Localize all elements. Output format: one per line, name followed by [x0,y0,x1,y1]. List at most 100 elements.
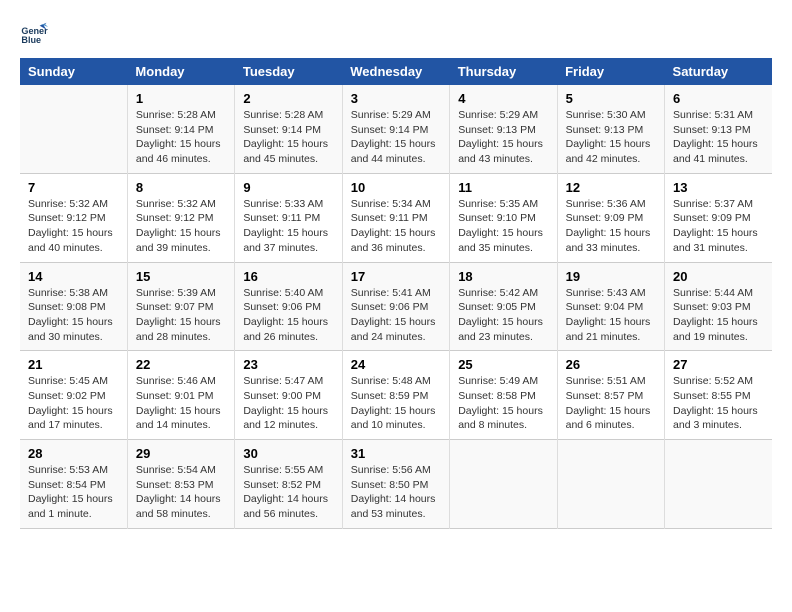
day-detail: Sunrise: 5:36 AM Sunset: 9:09 PM Dayligh… [566,197,656,256]
day-detail: Sunrise: 5:37 AM Sunset: 9:09 PM Dayligh… [673,197,764,256]
day-number: 20 [673,269,764,284]
day-number: 4 [458,91,548,106]
calendar-cell: 31 Sunrise: 5:56 AM Sunset: 8:50 PM Dayli… [342,440,449,529]
day-number: 25 [458,357,548,372]
day-detail: Sunrise: 5:53 AM Sunset: 8:54 PM Dayligh… [28,463,119,522]
day-detail: Sunrise: 5:33 AM Sunset: 9:11 PM Dayligh… [243,197,333,256]
header: General Blue [20,20,772,48]
calendar-cell: 29 Sunrise: 5:54 AM Sunset: 8:53 PM Dayli… [127,440,234,529]
day-detail: Sunrise: 5:39 AM Sunset: 9:07 PM Dayligh… [136,286,226,345]
calendar-cell: 20 Sunrise: 5:44 AM Sunset: 9:03 PM Dayli… [665,262,772,351]
logo: General Blue [20,20,52,48]
day-detail: Sunrise: 5:35 AM Sunset: 9:10 PM Dayligh… [458,197,548,256]
day-number: 30 [243,446,333,461]
calendar-cell: 13 Sunrise: 5:37 AM Sunset: 9:09 PM Dayli… [665,173,772,262]
calendar-cell: 25 Sunrise: 5:49 AM Sunset: 8:58 PM Dayli… [450,351,557,440]
day-detail: Sunrise: 5:44 AM Sunset: 9:03 PM Dayligh… [673,286,764,345]
day-number: 8 [136,180,226,195]
day-detail: Sunrise: 5:29 AM Sunset: 9:14 PM Dayligh… [351,108,441,167]
calendar-cell: 6 Sunrise: 5:31 AM Sunset: 9:13 PM Daylig… [665,85,772,173]
day-number: 27 [673,357,764,372]
calendar-week-row: 7 Sunrise: 5:32 AM Sunset: 9:12 PM Daylig… [20,173,772,262]
day-number: 9 [243,180,333,195]
day-number: 29 [136,446,226,461]
day-number: 22 [136,357,226,372]
day-detail: Sunrise: 5:31 AM Sunset: 9:13 PM Dayligh… [673,108,764,167]
day-detail: Sunrise: 5:42 AM Sunset: 9:05 PM Dayligh… [458,286,548,345]
day-detail: Sunrise: 5:52 AM Sunset: 8:55 PM Dayligh… [673,374,764,433]
day-detail: Sunrise: 5:32 AM Sunset: 9:12 PM Dayligh… [136,197,226,256]
day-detail: Sunrise: 5:48 AM Sunset: 8:59 PM Dayligh… [351,374,441,433]
calendar-cell: 5 Sunrise: 5:30 AM Sunset: 9:13 PM Daylig… [557,85,664,173]
calendar-cell: 1 Sunrise: 5:28 AM Sunset: 9:14 PM Daylig… [127,85,234,173]
day-detail: Sunrise: 5:43 AM Sunset: 9:04 PM Dayligh… [566,286,656,345]
calendar-cell: 19 Sunrise: 5:43 AM Sunset: 9:04 PM Dayli… [557,262,664,351]
day-number: 5 [566,91,656,106]
calendar-cell: 8 Sunrise: 5:32 AM Sunset: 9:12 PM Daylig… [127,173,234,262]
day-number: 16 [243,269,333,284]
day-detail: Sunrise: 5:40 AM Sunset: 9:06 PM Dayligh… [243,286,333,345]
day-detail: Sunrise: 5:49 AM Sunset: 8:58 PM Dayligh… [458,374,548,433]
day-of-week-wednesday: Wednesday [342,58,449,85]
calendar-cell: 26 Sunrise: 5:51 AM Sunset: 8:57 PM Dayli… [557,351,664,440]
day-number: 11 [458,180,548,195]
calendar-cell: 15 Sunrise: 5:39 AM Sunset: 9:07 PM Dayli… [127,262,234,351]
day-number: 23 [243,357,333,372]
calendar-cell: 7Sunrise: 5:32 AM Sunset: 9:12 PM Daylig… [20,173,127,262]
calendar-cell: 21Sunrise: 5:45 AM Sunset: 9:02 PM Dayli… [20,351,127,440]
day-detail: Sunrise: 5:46 AM Sunset: 9:01 PM Dayligh… [136,374,226,433]
day-of-week-monday: Monday [127,58,234,85]
calendar-cell: 17 Sunrise: 5:41 AM Sunset: 9:06 PM Dayli… [342,262,449,351]
day-number: 18 [458,269,548,284]
day-detail: Sunrise: 5:30 AM Sunset: 9:13 PM Dayligh… [566,108,656,167]
day-number: 17 [351,269,441,284]
day-number: 15 [136,269,226,284]
day-number: 28 [28,446,119,461]
calendar-cell: 11 Sunrise: 5:35 AM Sunset: 9:10 PM Dayli… [450,173,557,262]
calendar-cell: 23Sunrise: 5:47 AM Sunset: 9:00 PM Dayli… [235,351,342,440]
calendar-cell: 27 Sunrise: 5:52 AM Sunset: 8:55 PM Dayli… [665,351,772,440]
calendar-cell: 30Sunrise: 5:55 AM Sunset: 8:52 PM Dayli… [235,440,342,529]
day-detail: Sunrise: 5:34 AM Sunset: 9:11 PM Dayligh… [351,197,441,256]
calendar-cell: 18 Sunrise: 5:42 AM Sunset: 9:05 PM Dayli… [450,262,557,351]
day-detail: Sunrise: 5:41 AM Sunset: 9:06 PM Dayligh… [351,286,441,345]
calendar-cell: 28 Sunrise: 5:53 AM Sunset: 8:54 PM Dayli… [20,440,127,529]
day-detail: Sunrise: 5:28 AM Sunset: 9:14 PM Dayligh… [136,108,226,167]
day-number: 13 [673,180,764,195]
calendar-cell: 14Sunrise: 5:38 AM Sunset: 9:08 PM Dayli… [20,262,127,351]
day-number: 26 [566,357,656,372]
day-number: 19 [566,269,656,284]
day-detail: Sunrise: 5:29 AM Sunset: 9:13 PM Dayligh… [458,108,548,167]
calendar-cell: 16 Sunrise: 5:40 AM Sunset: 9:06 PM Dayli… [235,262,342,351]
day-of-week-tuesday: Tuesday [235,58,342,85]
calendar-week-row: 21Sunrise: 5:45 AM Sunset: 9:02 PM Dayli… [20,351,772,440]
calendar-cell: 9 Sunrise: 5:33 AM Sunset: 9:11 PM Daylig… [235,173,342,262]
calendar-week-row: 28 Sunrise: 5:53 AM Sunset: 8:54 PM Dayli… [20,440,772,529]
calendar-header-row: SundayMondayTuesdayWednesdayThursdayFrid… [20,58,772,85]
calendar-cell: 4 Sunrise: 5:29 AM Sunset: 9:13 PM Daylig… [450,85,557,173]
day-of-week-friday: Friday [557,58,664,85]
calendar-cell [20,85,127,173]
day-number: 7 [28,180,119,195]
day-detail: Sunrise: 5:54 AM Sunset: 8:53 PM Dayligh… [136,463,226,522]
calendar-cell: 24 Sunrise: 5:48 AM Sunset: 8:59 PM Dayli… [342,351,449,440]
day-number: 21 [28,357,119,372]
day-number: 6 [673,91,764,106]
day-number: 14 [28,269,119,284]
day-number: 1 [136,91,226,106]
logo-icon: General Blue [20,20,48,48]
calendar-table: SundayMondayTuesdayWednesdayThursdayFrid… [20,58,772,529]
day-number: 31 [351,446,441,461]
day-detail: Sunrise: 5:56 AM Sunset: 8:50 PM Dayligh… [351,463,441,522]
day-number: 2 [243,91,333,106]
day-detail: Sunrise: 5:51 AM Sunset: 8:57 PM Dayligh… [566,374,656,433]
calendar-cell [665,440,772,529]
day-number: 24 [351,357,441,372]
day-detail: Sunrise: 5:28 AM Sunset: 9:14 PM Dayligh… [243,108,333,167]
day-number: 12 [566,180,656,195]
day-of-week-thursday: Thursday [450,58,557,85]
day-of-week-saturday: Saturday [665,58,772,85]
calendar-cell: 3Sunrise: 5:29 AM Sunset: 9:14 PM Daylig… [342,85,449,173]
calendar-cell [450,440,557,529]
calendar-cell: 22 Sunrise: 5:46 AM Sunset: 9:01 PM Dayli… [127,351,234,440]
